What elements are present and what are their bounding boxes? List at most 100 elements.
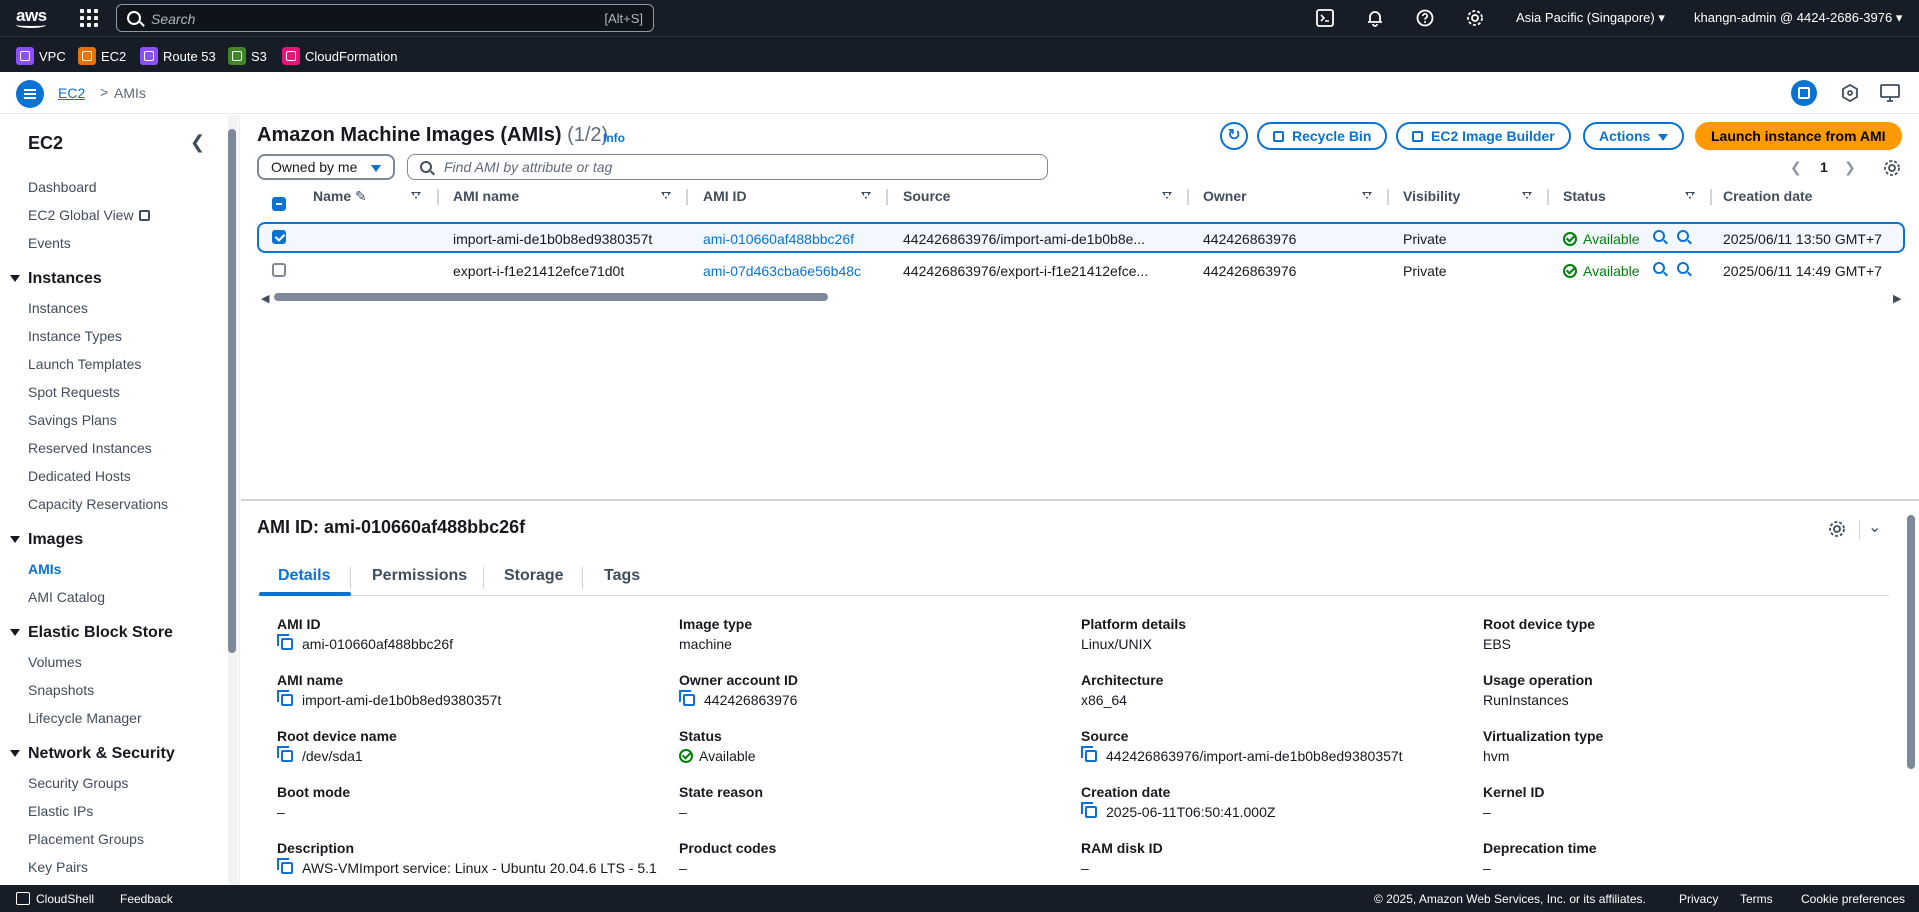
favorite-cloudformation[interactable]: CloudFormation (282, 46, 398, 66)
bell-icon[interactable] (1366, 9, 1384, 27)
sidebar-item-capacity-reservations[interactable]: Capacity Reservations (28, 496, 168, 512)
owner-filter-select[interactable]: Owned by me (257, 154, 395, 180)
refresh-button[interactable]: ↻ (1220, 122, 1248, 150)
sort-icon[interactable] (1162, 192, 1172, 199)
sidebar-item-ami-catalog[interactable]: AMI Catalog (28, 589, 105, 605)
sidebar-item-instance-types[interactable]: Instance Types (28, 328, 122, 344)
close-sidebar-icon[interactable]: ❮ (190, 132, 205, 153)
sidebar-section-instances[interactable]: Instances (10, 270, 102, 288)
cell-ami-id-link[interactable]: ami-010660af488bbc26f (703, 231, 854, 247)
column-divider[interactable] (437, 189, 439, 205)
region-selector[interactable]: Asia Pacific (Singapore) ▾ (1516, 10, 1665, 26)
cloudshell-icon[interactable] (1316, 9, 1334, 27)
sidebar-item-lifecycle-manager[interactable]: Lifecycle Manager (28, 710, 142, 726)
sidebar-item-elastic-ips[interactable]: Elastic IPs (28, 803, 93, 819)
zoom-out-icon[interactable] (1677, 262, 1689, 274)
tab-storage[interactable]: Storage (504, 567, 564, 585)
row-checkbox[interactable] (272, 263, 286, 277)
sidebar-item-events[interactable]: Events (28, 235, 71, 251)
terms-link[interactable]: Terms (1740, 892, 1773, 906)
sort-icon[interactable] (661, 192, 671, 199)
scroll-left-icon[interactable]: ◀ (261, 292, 269, 305)
column-header-source[interactable]: Source (903, 181, 950, 211)
menu-button[interactable] (16, 80, 44, 108)
sidebar-item-global-view[interactable]: EC2 Global View (28, 207, 151, 223)
scroll-right-icon[interactable]: ▶ (1893, 292, 1901, 305)
sort-icon[interactable] (1685, 192, 1695, 199)
tab-tags[interactable]: Tags (604, 567, 640, 585)
copy-icon[interactable] (277, 634, 293, 650)
info-link[interactable]: Info (603, 131, 625, 145)
next-page-icon[interactable]: ❯ (1844, 159, 1856, 176)
search-input[interactable]: Search [Alt+S] (116, 4, 654, 32)
sort-icon[interactable] (861, 192, 871, 199)
details-settings-gear-icon[interactable] (1828, 520, 1846, 538)
column-divider[interactable] (1547, 189, 1549, 205)
sidebar-item-security-groups[interactable]: Security Groups (28, 775, 128, 791)
feedback-link[interactable]: Feedback (120, 892, 173, 906)
copy-icon[interactable] (277, 746, 293, 762)
copy-icon[interactable] (277, 858, 293, 874)
zoom-in-icon[interactable] (1653, 230, 1665, 242)
column-divider[interactable] (1710, 189, 1712, 205)
column-header-visibility[interactable]: Visibility (1403, 181, 1460, 211)
ami-filter-input[interactable]: Find AMI by attribute or tag (407, 154, 1048, 180)
sidebar-item-key-pairs[interactable]: Key Pairs (28, 859, 88, 875)
cell-ami-id-link[interactable]: ami-07d463cba6e56b48c (703, 263, 861, 279)
sidebar-section-ebs[interactable]: Elastic Block Store (10, 624, 173, 642)
sidebar-item-amis[interactable]: AMIs (28, 561, 61, 577)
column-divider[interactable] (886, 189, 888, 205)
launch-instance-button[interactable]: Launch instance from AMI (1695, 122, 1902, 150)
favorite-s3[interactable]: S3 (228, 46, 267, 66)
collapse-chevron-icon[interactable]: ⌄ (1868, 517, 1881, 537)
select-all-checkbox[interactable] (272, 197, 286, 211)
tab-permissions[interactable]: Permissions (372, 567, 467, 585)
sort-icon[interactable] (1362, 192, 1372, 199)
cloudshell-link[interactable]: CloudShell (36, 892, 94, 906)
privacy-link[interactable]: Privacy (1679, 892, 1718, 906)
aws-logo[interactable]: aws (16, 6, 47, 28)
copy-icon[interactable] (1081, 802, 1097, 818)
column-header-owner[interactable]: Owner (1203, 181, 1247, 211)
copy-icon[interactable] (1081, 746, 1097, 762)
monitor-icon[interactable] (1880, 84, 1900, 102)
column-header-ami-name[interactable]: AMI name (453, 181, 519, 211)
favorite-route53[interactable]: Route 53 (140, 46, 216, 66)
favorite-ec2[interactable]: EC2 (78, 46, 126, 66)
copy-icon[interactable] (277, 690, 293, 706)
table-horizontal-scrollbar[interactable] (274, 293, 828, 301)
page-number[interactable]: 1 (1820, 159, 1828, 175)
preferences-gear-icon[interactable] (1883, 159, 1901, 177)
sidebar-item-dashboard[interactable]: Dashboard (28, 179, 97, 195)
column-header-status[interactable]: Status (1563, 181, 1606, 211)
cookie-preferences-link[interactable]: Cookie preferences (1801, 892, 1905, 906)
column-divider[interactable] (1387, 189, 1389, 205)
column-divider[interactable] (686, 189, 688, 205)
sidebar-item-spot-requests[interactable]: Spot Requests (28, 384, 120, 400)
sidebar-scrollbar[interactable] (228, 129, 236, 653)
sidebar-section-network-security[interactable]: Network & Security (10, 745, 175, 763)
settings-gear-icon[interactable] (1466, 9, 1484, 27)
breadcrumb-ec2[interactable]: EC2 (58, 85, 85, 101)
column-header-creation-date[interactable]: Creation date (1723, 181, 1812, 211)
row-checkbox[interactable] (272, 230, 286, 244)
services-grid-icon[interactable] (80, 9, 98, 27)
sidebar-item-instances[interactable]: Instances (28, 300, 88, 316)
favorite-vpc[interactable]: VPC (16, 46, 66, 66)
help-icon[interactable] (1416, 9, 1434, 27)
sidebar-item-savings-plans[interactable]: Savings Plans (28, 412, 117, 428)
column-header-ami-id[interactable]: AMI ID (703, 181, 747, 211)
sort-icon[interactable] (1522, 192, 1532, 199)
split-panel-toggle-icon[interactable] (1791, 80, 1817, 106)
sidebar-item-placement-groups[interactable]: Placement Groups (28, 831, 144, 847)
recycle-bin-button[interactable]: Recycle Bin (1257, 122, 1388, 150)
sidebar-item-dedicated-hosts[interactable]: Dedicated Hosts (28, 468, 131, 484)
account-menu[interactable]: khangn-admin @ 4424-2686-3976 ▾ (1694, 10, 1902, 26)
copy-icon[interactable] (679, 690, 695, 706)
column-header-name[interactable]: Name ✎ (313, 181, 367, 211)
prev-page-icon[interactable]: ❮ (1790, 159, 1802, 176)
sidebar-item-snapshots[interactable]: Snapshots (28, 682, 94, 698)
sidebar-item-launch-templates[interactable]: Launch Templates (28, 356, 141, 372)
sidebar-item-reserved-instances[interactable]: Reserved Instances (28, 440, 152, 456)
zoom-in-icon[interactable] (1653, 262, 1665, 274)
